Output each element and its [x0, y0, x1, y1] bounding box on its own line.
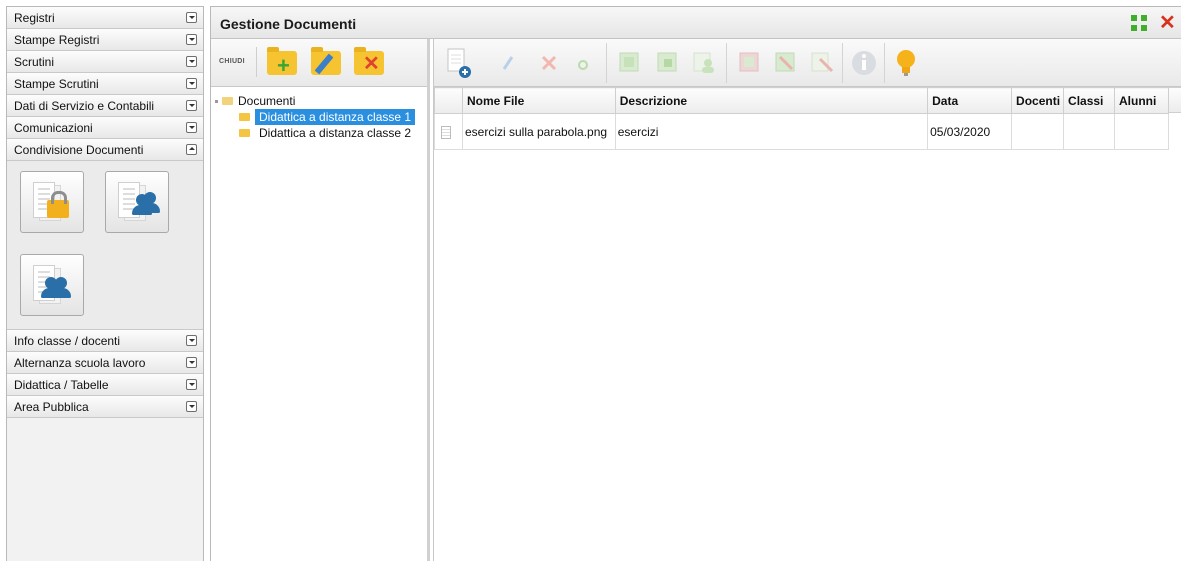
share-docenti-icon[interactable]: [652, 47, 684, 79]
menu-label: Didattica / Tabelle: [14, 378, 109, 392]
tree-item-classe-1[interactable]: Didattica a distanza classe 1: [215, 109, 427, 125]
file-description-cell: esercizi: [614, 113, 929, 150]
file-list-pane: Nome File Descrizione Data Docenti Class…: [433, 39, 1181, 561]
file-table: Nome File Descrizione Data Docenti Class…: [434, 87, 1169, 150]
share-alunni-icon[interactable]: [688, 47, 720, 79]
chevron-down-icon[interactable]: [186, 78, 197, 89]
menu-label: Scrutini: [14, 55, 55, 69]
menu-label: Alternanza scuola lavoro: [14, 356, 146, 370]
file-name-cell[interactable]: esercizi sulla parabola.png: [461, 113, 616, 150]
col-classi[interactable]: Classi: [1063, 87, 1115, 114]
file-toolbar: [434, 39, 1181, 87]
toolbar-separator: [884, 43, 885, 83]
menu-comunicazioni[interactable]: Comunicazioni: [7, 117, 203, 139]
menu-stampe-registri[interactable]: Stampe Registri: [7, 29, 203, 51]
col-data[interactable]: Data: [927, 87, 1013, 114]
col-nome-file[interactable]: Nome File: [461, 87, 616, 114]
menu-condivisione-documenti[interactable]: Condivisione Documenti: [7, 139, 203, 161]
delete-folder-icon[interactable]: ✕: [354, 47, 384, 75]
menu-label: Area Pubblica: [14, 400, 89, 414]
menu-label: Stampe Scrutini: [14, 77, 99, 91]
close-icon[interactable]: ✕: [1159, 13, 1176, 33]
file-alunni-cell: [1114, 113, 1169, 150]
gestione-documenti-window: Gestione Documenti ✕ CHIUDI + ✕ Document…: [210, 6, 1181, 561]
chevron-down-icon[interactable]: [186, 56, 197, 67]
col-descrizione[interactable]: Descrizione: [614, 87, 929, 114]
document-icon: [441, 125, 451, 139]
menu-label: Stampe Registri: [14, 33, 100, 47]
table-row[interactable]: esercizi sulla parabola.png esercizi 05/…: [434, 113, 1169, 150]
menu-scrutini[interactable]: Scrutini: [7, 51, 203, 73]
toolbar-separator: [606, 43, 607, 83]
menu-info-classe[interactable]: Info classe / docenti: [7, 330, 203, 352]
menu-label: Comunicazioni: [14, 121, 93, 135]
toolbar-separator: [842, 43, 843, 83]
window-header: Gestione Documenti ✕: [211, 7, 1181, 39]
unshare-classe-icon[interactable]: [734, 47, 766, 79]
chevron-down-icon[interactable]: [186, 401, 197, 412]
tree-expander-icon[interactable]: [215, 100, 218, 104]
folder-tree: Documenti Didattica a distanza classe 1 …: [211, 87, 427, 141]
group-documents-button[interactable]: [20, 254, 84, 316]
chevron-up-icon[interactable]: [186, 144, 197, 155]
folder-icon: [239, 128, 250, 137]
menu-label: Dati di Servizio e Contabili: [14, 99, 155, 113]
sidebar-menu: Registri Stampe Registri Scrutini Stampe…: [6, 6, 204, 561]
tree-toolbar: CHIUDI + ✕: [211, 39, 427, 87]
edit-folder-icon[interactable]: [311, 47, 341, 75]
shared-documents-button[interactable]: [105, 171, 169, 233]
unshare-alunni-icon[interactable]: [806, 47, 838, 79]
unshare-docenti-icon[interactable]: [770, 47, 802, 79]
menu-area-pubblica[interactable]: Area Pubblica: [7, 396, 203, 418]
toolbar-separator: [726, 43, 727, 83]
chevron-down-icon[interactable]: [186, 34, 197, 45]
tree-item-classe-2[interactable]: Didattica a distanza classe 2: [215, 125, 427, 141]
file-docenti-cell: [1011, 113, 1065, 150]
tree-root-label: Documenti: [238, 94, 296, 108]
table-header-row: Nome File Descrizione Data Docenti Class…: [434, 87, 1169, 114]
folder-open-icon: [222, 96, 233, 105]
chevron-down-icon[interactable]: [186, 100, 197, 111]
chiudi-button[interactable]: CHIUDI: [215, 47, 257, 77]
chevron-down-icon[interactable]: [186, 357, 197, 368]
new-folder-icon[interactable]: +: [267, 47, 297, 77]
menu-label: Condivisione Documenti: [14, 143, 144, 157]
menu-alternanza[interactable]: Alternanza scuola lavoro: [7, 352, 203, 374]
bulb-icon[interactable]: [890, 47, 922, 79]
private-documents-button[interactable]: [20, 171, 84, 233]
chevron-down-icon[interactable]: [186, 122, 197, 133]
tree-item-label: Didattica a distanza classe 1: [255, 109, 416, 125]
add-file-icon[interactable]: [446, 47, 472, 79]
refresh-icon[interactable]: [576, 47, 590, 79]
folder-icon: [239, 112, 250, 121]
chevron-down-icon[interactable]: [186, 12, 197, 23]
column-spacer: [1168, 87, 1181, 113]
menu-label: Info classe / docenti: [14, 334, 121, 348]
tree-item-label: Didattica a distanza classe 2: [259, 126, 412, 140]
menu-stampe-scrutini[interactable]: Stampe Scrutini: [7, 73, 203, 95]
chevron-down-icon[interactable]: [186, 379, 197, 390]
file-type-cell: [434, 113, 463, 150]
col-alunni[interactable]: Alunni: [1114, 87, 1169, 114]
menu-label: Registri: [14, 11, 55, 25]
col-docenti[interactable]: Docenti: [1011, 87, 1065, 114]
edit-file-icon[interactable]: [498, 47, 518, 79]
tree-root[interactable]: Documenti: [215, 93, 427, 109]
chevron-down-icon[interactable]: [186, 335, 197, 346]
menu-dati-servizio[interactable]: Dati di Servizio e Contabili: [7, 95, 203, 117]
delete-file-icon[interactable]: [538, 47, 560, 79]
page-title: Gestione Documenti: [220, 16, 357, 32]
expand-icon[interactable]: [1131, 15, 1147, 31]
share-classe-icon[interactable]: [614, 47, 646, 79]
folder-tree-pane: CHIUDI + ✕ Documenti Didattica a distanz…: [211, 39, 430, 561]
menu-didattica-tabelle[interactable]: Didattica / Tabelle: [7, 374, 203, 396]
info-icon[interactable]: [848, 47, 880, 79]
condivisione-panel: [7, 161, 203, 330]
file-date-cell: 05/03/2020: [927, 113, 1013, 150]
file-classi-cell: [1063, 113, 1115, 150]
menu-registri[interactable]: Registri: [7, 7, 203, 29]
col-icon: [434, 87, 463, 114]
